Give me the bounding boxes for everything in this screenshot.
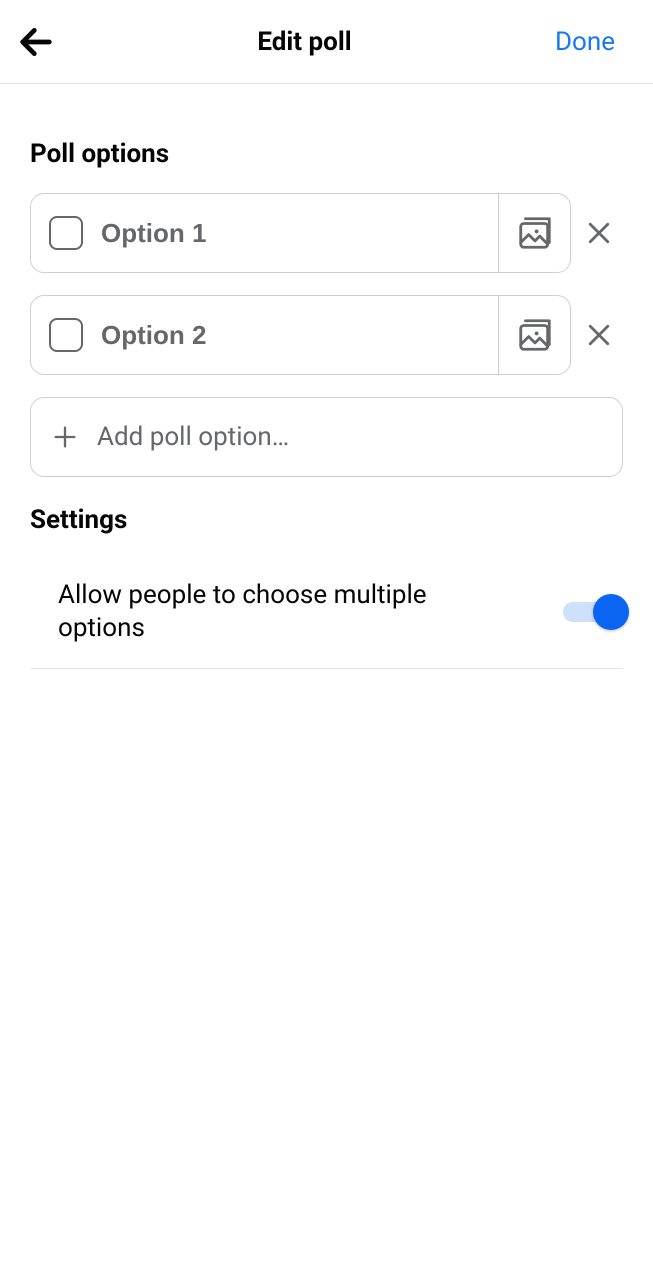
back-button[interactable] [12,18,60,66]
add-image-button[interactable] [498,296,570,374]
add-option-button[interactable]: Add poll option… [30,397,623,477]
page-title: Edit poll [257,27,351,57]
content: Poll options [0,84,653,669]
poll-option-input[interactable] [101,320,498,351]
poll-option-box [30,295,571,375]
multiple-options-toggle[interactable] [563,594,623,630]
image-icon [516,214,554,252]
poll-option-main[interactable] [31,216,498,250]
settings-section-title: Settings [30,505,623,535]
settings-row-multiple: Allow people to choose multiple options [30,559,623,669]
options-section-title: Poll options [30,139,623,169]
poll-option-input[interactable] [101,218,498,249]
close-icon [584,218,614,248]
poll-option-box [30,193,571,273]
poll-option-row [30,193,623,273]
toggle-knob [593,594,629,630]
image-icon [516,316,554,354]
remove-option-button[interactable] [575,311,623,359]
add-image-button[interactable] [498,194,570,272]
done-button[interactable]: Done [549,21,635,63]
close-icon [584,320,614,350]
header: Edit poll Done [0,0,653,84]
add-option-label: Add poll option… [97,422,289,452]
arrow-left-icon [16,22,56,62]
remove-option-button[interactable] [575,209,623,257]
settings-label: Allow people to choose multiple options [58,579,478,644]
checkbox-icon [49,318,83,352]
poll-option-main[interactable] [31,318,498,352]
plus-icon [51,423,79,451]
poll-option-row [30,295,623,375]
checkbox-icon [49,216,83,250]
